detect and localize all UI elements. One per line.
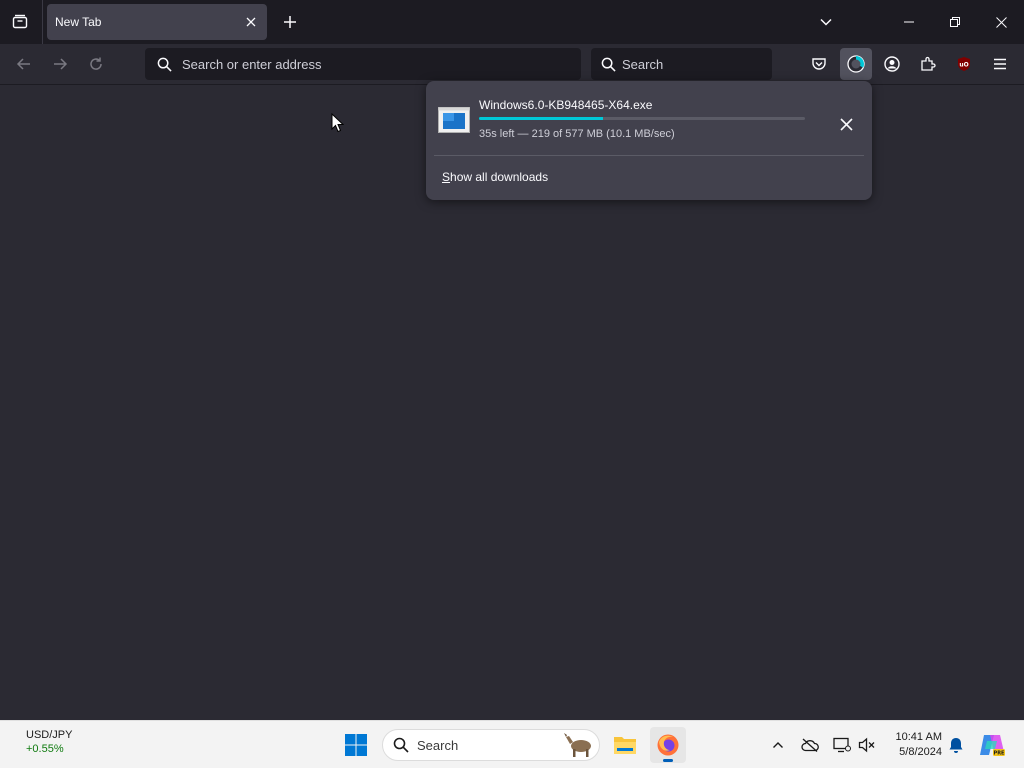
pocket-icon [812,58,826,70]
tab-title: New Tab [55,15,102,29]
windows-start-icon [345,734,367,756]
start-button[interactable] [340,729,372,761]
search-icon [157,57,172,72]
minimize-icon [904,21,914,23]
download-item[interactable]: Windows6.0-KB948465-X64.exe 35s left — 2… [434,89,864,151]
firefox-app[interactable] [650,727,686,763]
account-button[interactable] [876,48,908,80]
pocket-button[interactable] [803,48,835,80]
search-icon [601,57,616,72]
ublock-icon: uO [958,57,970,71]
extensions-button[interactable] [912,48,944,80]
search-bar[interactable] [591,48,772,80]
search-input[interactable] [622,56,752,72]
copilot-icon: PRE [980,735,1006,757]
stock-ticker-widget[interactable]: USD/JPY +0.55% [26,729,72,755]
forward-button[interactable] [44,48,76,80]
show-all-label-rest: how all downloads [450,170,549,184]
exe-file-icon [438,107,470,133]
chevron-down-icon [820,18,832,26]
new-tab-button[interactable] [274,6,306,38]
address-bar[interactable] [145,48,581,80]
show-hidden-icons-button[interactable] [766,733,790,757]
account-icon [884,56,900,72]
download-progress-fill [479,117,603,120]
download-progress-bar [479,117,805,120]
onedrive-tray-button[interactable] [798,733,822,757]
extensions-icon [921,56,936,71]
taskbar-search-label: Search [417,737,459,753]
ublock-button[interactable]: uO [948,48,980,80]
accesskey-letter: S [442,170,451,184]
reload-button[interactable] [80,48,112,80]
menu-button[interactable] [984,48,1016,80]
downloads-button[interactable] [840,48,872,80]
panel-divider [434,155,864,156]
network-monitor-icon [833,737,851,753]
tab-bar: New Tab [0,0,1024,44]
bell-icon [949,737,963,753]
svg-text:uO: uO [959,62,968,69]
tab-new-tab[interactable]: New Tab [47,4,267,40]
minimize-button[interactable] [886,0,932,44]
file-explorer-app[interactable] [607,727,643,763]
clock-date: 5/8/2024 [899,746,942,758]
volume-tray-button[interactable] [855,733,879,757]
ticker-change: +0.55% [26,743,64,755]
windows-taskbar: USD/JPY +0.55% Search 10:41 AM 5/8/2024 … [0,720,1024,768]
tab-close-button[interactable] [239,10,263,34]
notifications-button[interactable] [944,733,968,757]
restore-button[interactable] [932,0,978,44]
list-all-tabs-button[interactable] [810,6,842,38]
search-highlight-donkey-icon [564,733,591,757]
downloads-progress-icon [847,55,865,73]
show-all-downloads-button[interactable]: Show all downloads [442,170,548,184]
clock-time: 10:41 AM [895,731,942,743]
download-filename: Windows6.0-KB948465-X64.exe [479,98,653,112]
copilot-button[interactable]: PRE [978,731,1006,759]
downloads-panel: Windows6.0-KB948465-X64.exe 35s left — 2… [426,81,872,200]
cancel-download-button[interactable] [834,112,858,136]
tab-list-button[interactable] [4,6,36,38]
chevron-up-icon [773,742,783,748]
system-clock[interactable]: 10:41 AM 5/8/2024 [888,730,942,760]
navigation-toolbar: uO [0,44,1024,85]
taskbar-search-box[interactable]: Search [382,729,600,761]
speaker-muted-icon [858,737,875,753]
cloud-offline-icon [801,738,819,752]
close-icon [839,117,853,131]
svg-text:PRE: PRE [994,751,1006,757]
plus-icon [284,16,296,28]
hamburger-menu-icon [994,58,1006,70]
network-tray-button[interactable] [830,733,854,757]
address-input[interactable] [182,56,562,72]
back-button[interactable] [8,48,40,80]
close-window-button[interactable] [978,0,1024,44]
forward-arrow-icon [54,58,68,70]
restore-icon [950,17,960,27]
close-icon [995,16,1007,28]
reload-icon [90,57,102,70]
mouse-cursor-icon [331,113,345,133]
back-arrow-icon [16,58,30,70]
close-icon [246,17,256,27]
ticker-symbol: USD/JPY [26,729,73,741]
file-explorer-icon [614,737,636,754]
tab-list-icon [12,14,28,29]
tab-separator [42,0,43,44]
running-indicator [663,759,673,762]
search-icon [393,737,409,753]
firefox-icon [657,734,679,756]
download-status: 35s left — 219 of 577 MB (10.1 MB/sec) [479,128,675,140]
